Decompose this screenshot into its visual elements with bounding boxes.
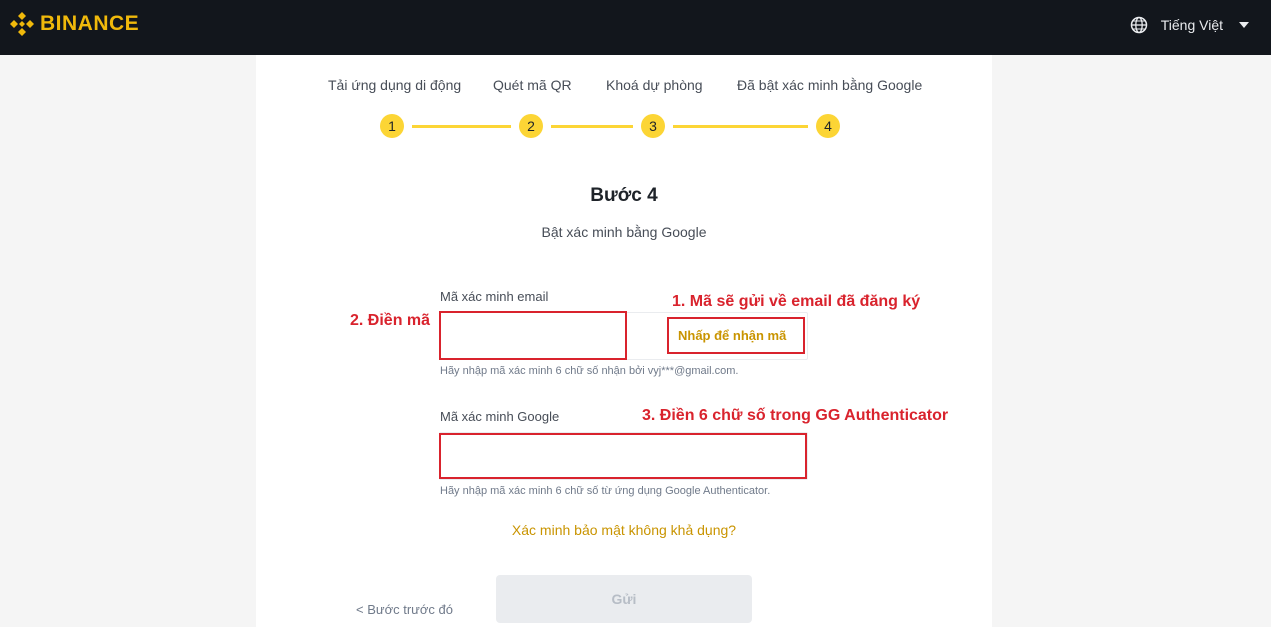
submit-button[interactable]: Gửi [496, 575, 752, 623]
security-unavailable-link[interactable]: Xác minh bảo mật không khả dụng? [256, 522, 992, 538]
step-circle-2: 2 [519, 114, 543, 138]
step-label-1: Tải ứng dụng di động [328, 77, 462, 93]
email-code-label: Mã xác minh email [440, 289, 549, 304]
annotation-step-2: 2. Điền mã [350, 312, 431, 329]
annotation-step-1: 1. Mã sẽ gửi về email đã đăng ký [672, 293, 921, 310]
page-title: Bước 4 [590, 185, 658, 206]
globe-icon [1130, 16, 1147, 34]
google-code-label: Mã xác minh Google [440, 409, 560, 424]
brand-name: BINANCE [40, 12, 140, 35]
annotation-step-3: 3. Điền 6 chữ số trong GG Authenticator [642, 407, 949, 424]
step-connector [551, 125, 633, 128]
step-circle-1: 1 [380, 114, 404, 138]
binance-logo-icon [10, 12, 34, 36]
step-circle-4: 4 [816, 114, 840, 138]
step-connector [412, 125, 511, 128]
step-connector [673, 125, 808, 128]
language-selector[interactable]: Tiếng Việt [1130, 16, 1249, 34]
step-label-2: Quét mã QR [493, 77, 572, 93]
language-label: Tiếng Việt [1160, 17, 1223, 33]
google-code-hint: Hãy nhập mã xác minh 6 chữ số từ ứng dụn… [440, 485, 771, 497]
page-subtitle: Bật xác minh bằng Google [541, 224, 707, 240]
setup-card: Tải ứng dụng di động Quét mã QR Khoá dự … [256, 55, 992, 627]
step-label-3: Khoá dự phòng [606, 77, 703, 93]
get-code-button[interactable]: Nhấp để nhận mã [678, 328, 786, 343]
step-circle-3: 3 [641, 114, 665, 138]
email-code-hint: Hãy nhập mã xác minh 6 chữ số nhận bởi v… [440, 365, 739, 377]
google-code-input[interactable] [440, 433, 807, 479]
google-code-field [439, 432, 808, 480]
binance-logo[interactable]: BINANCE [8, 10, 139, 38]
step-label-4: Đã bật xác minh bằng Google [737, 77, 923, 93]
top-navbar: BINANCE Tiếng Việt [0, 0, 1271, 55]
caret-down-icon [1239, 22, 1249, 28]
previous-step-link[interactable]: < Bước trước đó [356, 602, 453, 617]
